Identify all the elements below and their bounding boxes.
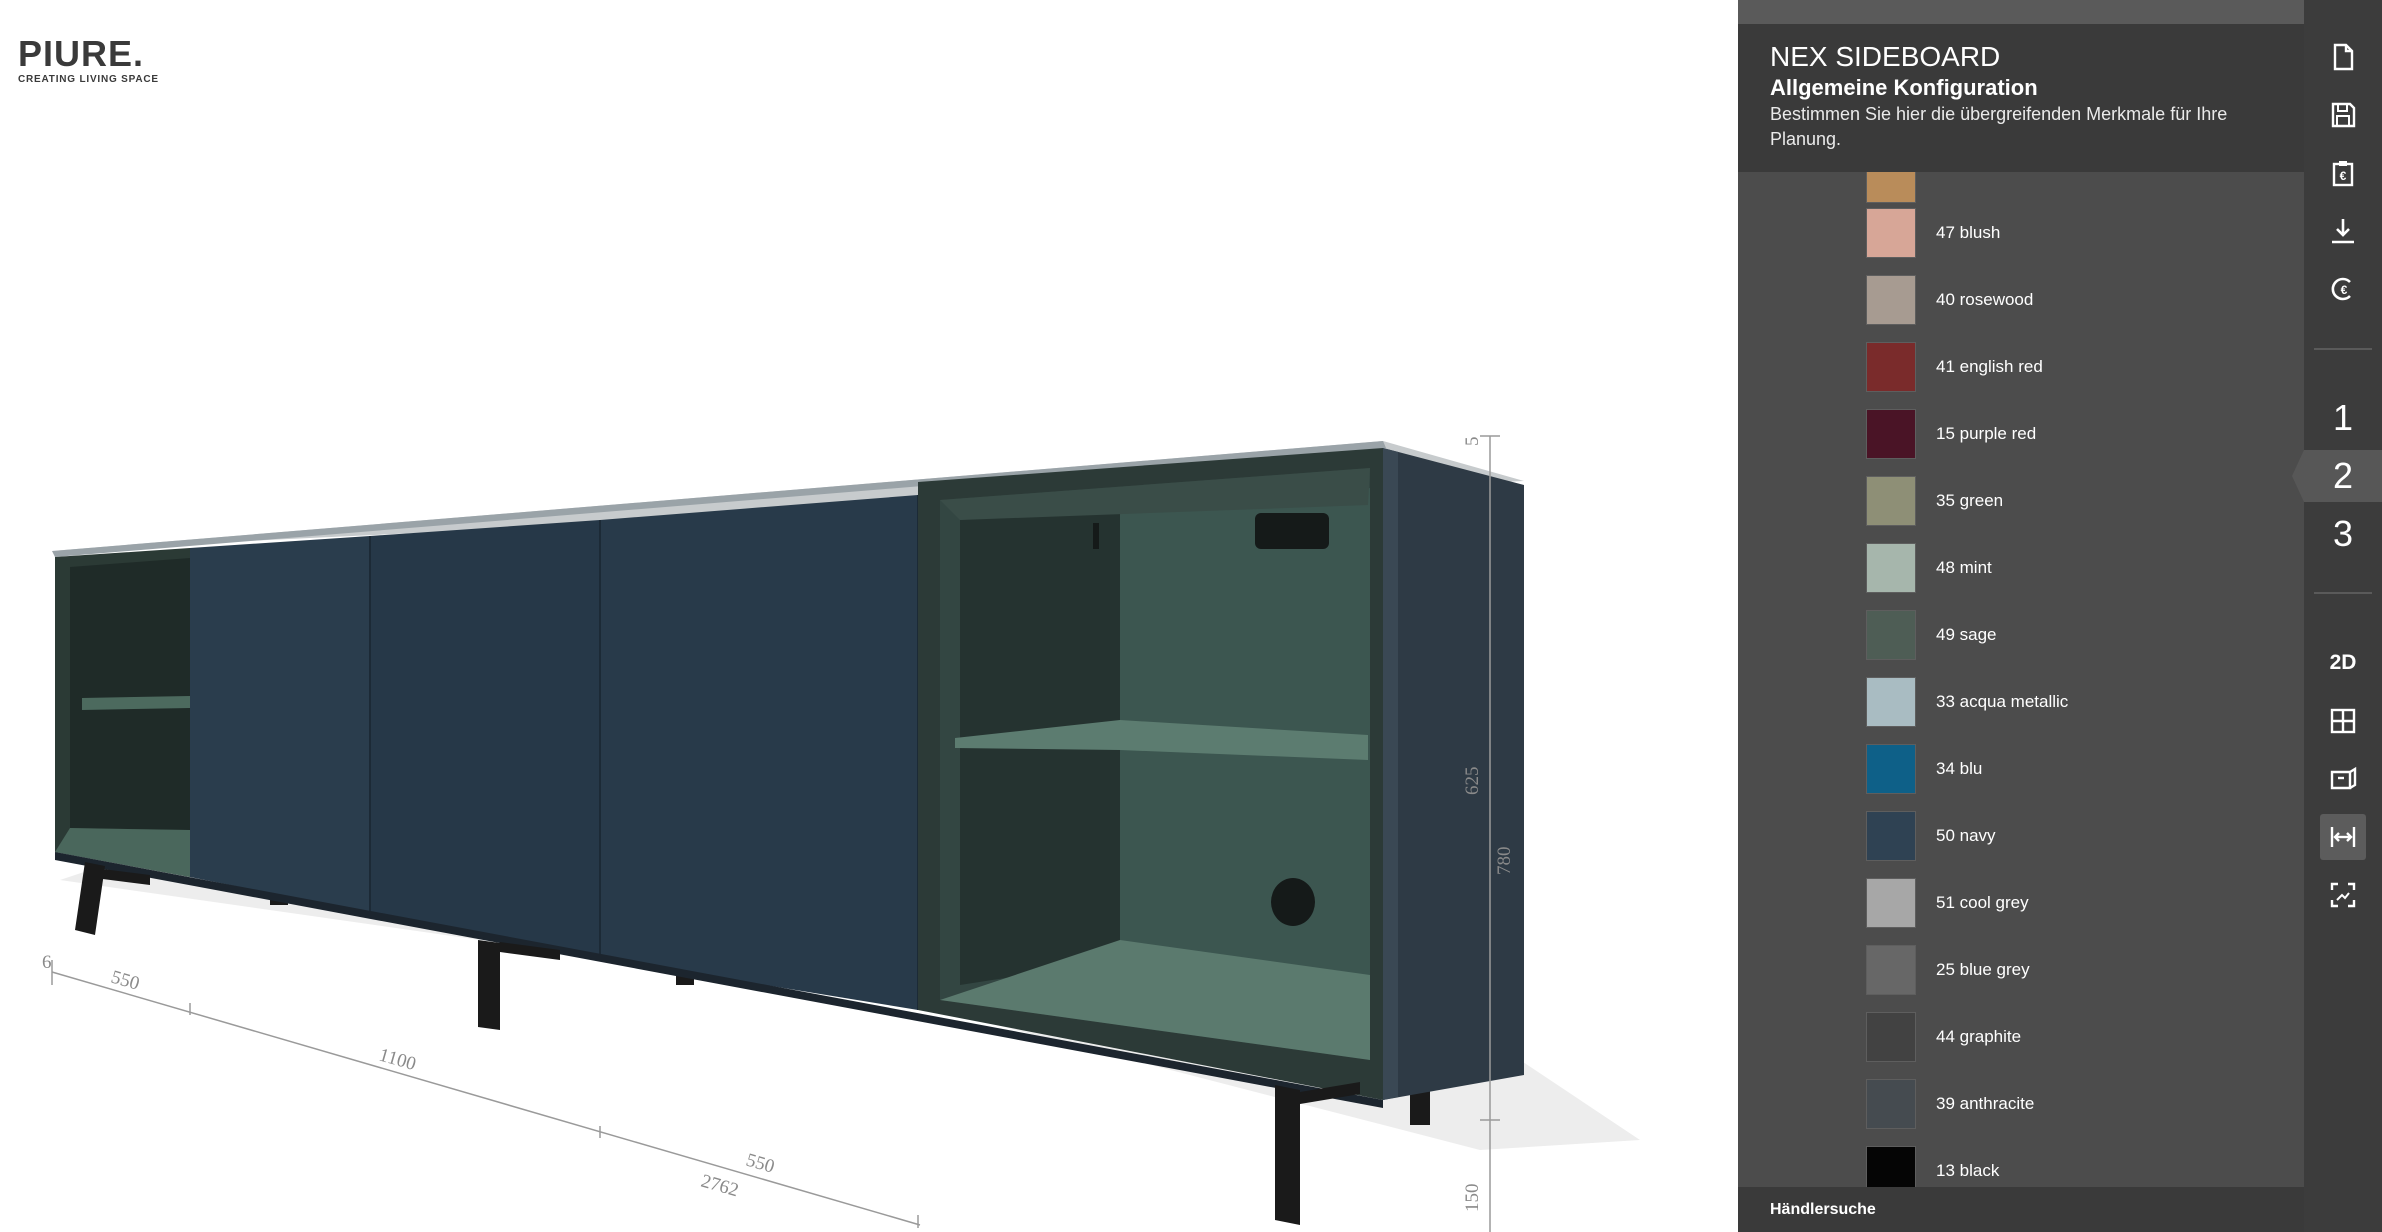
leg [1275,1085,1300,1225]
door-2[interactable] [370,520,600,958]
color-option[interactable] [1866,172,1936,204]
dealer-search-link[interactable]: Händlersuche [1738,1187,2304,1232]
color-label: 48 mint [1936,558,1992,577]
color-option[interactable]: 49 sage [1866,609,1997,661]
color-label: 13 black [1936,1161,2000,1180]
color-swatch[interactable] [1866,342,1916,392]
color-label: 25 blue grey [1936,960,2030,979]
svg-text:€: € [2341,283,2348,297]
dim-body-height: 625 [1462,767,1483,796]
grid-view-icon[interactable] [2320,698,2366,744]
dim-leg-height: 150 [1462,1184,1483,1213]
new-file-icon[interactable] [2320,34,2366,80]
fullscreen-icon[interactable] [2320,872,2366,918]
color-swatch[interactable] [1866,945,1916,995]
color-option[interactable]: 33 acqua metallic [1866,676,2068,728]
sideboard-render[interactable]: 6 550 1100 550 2762 5 625 780 150 [0,0,1738,1232]
door-1[interactable] [190,536,370,913]
configurator-panel: NEX SIDEBOARD Allgemeine Konfiguration B… [1738,0,2304,1232]
color-swatch[interactable] [1866,1012,1916,1062]
side-panel [1383,448,1524,1100]
step-2-label: 2 [2332,455,2354,496]
currency-icon[interactable]: € [2320,266,2366,312]
color-label: 47 blush [1936,223,2001,242]
color-option[interactable]: 47 blush [1866,207,2000,259]
color-label: 51 cool grey [1936,893,2029,912]
color-swatch[interactable] [1866,1079,1916,1129]
leg [478,940,500,1030]
door-3[interactable] [600,495,918,1010]
color-option[interactable]: 51 cool grey [1866,877,2029,929]
color-swatch[interactable] [1866,208,1916,258]
color-label: 33 acqua metallic [1936,692,2069,711]
color-option[interactable]: 35 green [1866,475,2003,527]
color-swatch-list[interactable]: 47 blush 40 rosewood 41 english red 15 p… [1738,172,2304,1187]
section-description: Bestimmen Sie hier die übergreifenden Me… [1770,104,2228,149]
color-swatch[interactable] [1866,677,1916,727]
color-label: 40 rosewood [1936,290,2034,309]
color-option[interactable]: 41 english red [1866,341,2043,393]
dim-small: 6 [42,952,52,973]
dim-top-thickness: 5 [1462,437,1483,447]
color-swatch[interactable] [1866,172,1916,203]
product-title: NEX SIDEBOARD [1770,41,2001,72]
price-list-icon[interactable]: € [2320,150,2366,196]
color-option[interactable]: 50 navy [1866,810,1996,862]
cable-hole [1271,878,1315,926]
color-label: 15 purple red [1936,424,2037,443]
toolbar-divider [2314,348,2372,350]
color-label: 41 english red [1936,357,2043,376]
cable-cutout [1255,513,1329,549]
color-label: 35 green [1936,491,2004,510]
color-swatch[interactable] [1866,275,1916,325]
color-label: 39 anthracite [1936,1094,2035,1113]
dim-middle-module: 1100 [377,1045,419,1075]
color-label: 44 graphite [1936,1027,2022,1046]
measure-icon[interactable] [2320,814,2366,860]
section-title: Allgemeine Konfiguration [1770,75,2038,100]
color-option[interactable]: 25 blue grey [1866,944,2030,996]
view-2d-button[interactable]: 2D [2320,640,2366,686]
color-option[interactable]: 48 mint [1866,542,1992,594]
color-swatch[interactable] [1866,476,1916,526]
dim-total-width: 2762 [699,1171,741,1202]
color-label: 50 navy [1936,826,1996,845]
toolbar-divider [2314,592,2372,594]
save-icon[interactable] [2320,92,2366,138]
dim-right-module: 550 [744,1150,777,1178]
color-swatch[interactable] [1866,610,1916,660]
color-swatch[interactable] [1866,543,1916,593]
color-swatch[interactable] [1866,878,1916,928]
svg-text:€: € [2340,169,2347,183]
color-option[interactable]: 39 anthracite [1866,1078,2034,1130]
color-option[interactable]: 15 purple red [1866,408,2036,460]
step-1[interactable]: 1 [2304,392,2382,444]
dim-total-height: 780 [1494,847,1515,876]
download-icon[interactable] [2320,208,2366,254]
right-toolbar: € € 1 2 3 2D [2292,0,2382,1232]
color-swatch[interactable] [1866,744,1916,794]
step-2-active[interactable]: 2 [2292,450,2382,502]
step-3[interactable]: 3 [2304,508,2382,560]
color-swatch[interactable] [1866,811,1916,861]
color-label: 34 blu [1936,759,1983,778]
panel-header: NEX SIDEBOARD Allgemeine Konfiguration B… [1738,24,2304,172]
room-view-icon[interactable] [2320,756,2366,802]
color-option[interactable]: 34 blu [1866,743,1982,795]
color-option[interactable]: 13 black [1866,1145,1999,1187]
3d-viewport[interactable]: PIURE. CREATING LIVING SPACE 6 550 1100 … [0,0,1738,1232]
active-step-indicator [2292,450,2304,502]
panel-top-bar [1738,0,2304,24]
color-swatch[interactable] [1866,409,1916,459]
color-swatch[interactable] [1866,1146,1916,1187]
color-label: 49 sage [1936,625,1997,644]
color-option[interactable]: 40 rosewood [1866,274,2033,326]
color-option[interactable]: 44 graphite [1866,1011,2021,1063]
